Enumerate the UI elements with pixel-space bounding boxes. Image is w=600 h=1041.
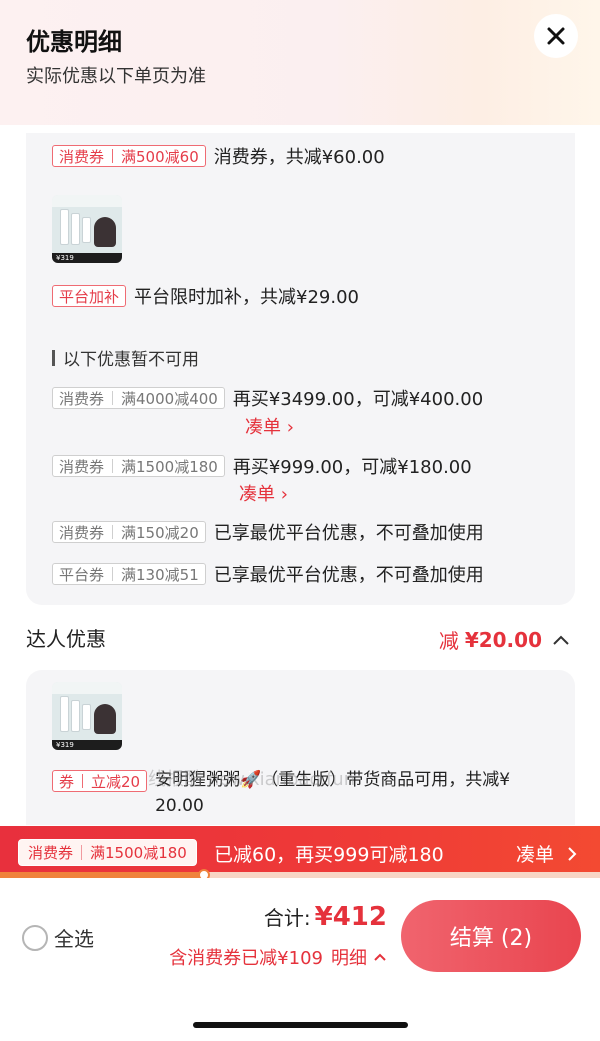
- chevron-up-icon: [553, 635, 569, 645]
- coupon-tag: 消费券 满150减20: [52, 521, 206, 543]
- discount-detail-list[interactable]: 消费券 满500减60 消费券，共减¥60.00 ¥319 平台加补 平台限时加…: [0, 125, 600, 825]
- platform-subsidy-row: 平台加补 平台限时加补，共减¥29.00: [52, 283, 359, 309]
- chevron-right-icon: ›: [286, 417, 294, 438]
- discount-detail-toggle[interactable]: 含消费券已减¥109 明细: [169, 944, 387, 970]
- coupon-type: 券: [59, 772, 75, 791]
- coupon-type: 消费券: [59, 389, 105, 408]
- product-thumbnail[interactable]: ¥319: [52, 682, 122, 750]
- chevron-right-icon: ›: [280, 484, 288, 505]
- select-all-toggle[interactable]: 全选: [22, 923, 94, 952]
- coupon-rule: 满500减60: [121, 147, 199, 166]
- influencer-discount-toggle[interactable]: 减 ¥20.00: [439, 625, 570, 654]
- add-items-link[interactable]: 凑单 ›: [245, 413, 294, 439]
- coupon-rule: 立减20: [91, 772, 141, 791]
- heading-bar: [52, 349, 55, 366]
- coupon-description: 已享最优平台优惠，不可叠加使用: [213, 523, 484, 544]
- coupon-rule: 满150减20: [121, 523, 199, 542]
- select-all-label: 全选: [54, 927, 94, 951]
- coupon-description: 消费券，共减¥60.00: [213, 147, 385, 168]
- checkout-footer: 全选 合计: ¥412 含消费券已减¥109 明细 结算 (2): [0, 878, 600, 1041]
- checkout-button[interactable]: 结算 (2): [401, 900, 581, 972]
- unavailable-heading: 以下优惠暂不可用: [52, 345, 199, 370]
- chevron-up-icon: [374, 953, 386, 961]
- banner-coupon-tag: 消费券 满1500减180: [18, 839, 197, 866]
- coupon-type: 消费券: [59, 147, 105, 166]
- tag-separator: [81, 845, 83, 860]
- influencer-discount-card: ¥319 券 立减20 安明猩粥粥🚀（重生版）带货商品可用，共减¥ 20.00: [26, 670, 575, 825]
- coupon-description: 已享最优平台优惠，不可叠加使用: [213, 565, 484, 586]
- unavailable-coupon-row: 平台券 满130减51 已享最优平台优惠，不可叠加使用: [52, 561, 484, 587]
- banner-text: 已减60，再买999可减180: [214, 844, 444, 866]
- tag-separator: [112, 525, 114, 539]
- unavailable-coupon-row: 消费券 满4000减400 再买¥3499.00，可减¥400.00: [52, 385, 483, 411]
- coupon-tag: 消费券 满500减60: [52, 145, 206, 167]
- coupon-rule: 满4000减400: [121, 389, 218, 408]
- close-button[interactable]: [534, 14, 578, 58]
- tag-separator: [112, 391, 114, 405]
- tag-separator: [112, 459, 114, 473]
- chevron-right-icon: [568, 846, 577, 861]
- coupon-rule: 满130减51: [121, 565, 199, 584]
- tag-separator: [112, 149, 114, 163]
- add-items-label: 凑单: [245, 417, 281, 438]
- coupon-type: 消费券: [59, 457, 105, 476]
- coupon-description: 再买¥3499.00，可减¥400.00: [232, 389, 484, 410]
- coupon-type: 平台券: [59, 565, 105, 584]
- coupon-tag: 消费券 满1500减180: [52, 455, 225, 477]
- discount-amount: ¥20.00: [464, 627, 542, 652]
- thumb-price: ¥319: [56, 254, 74, 262]
- watermark: 线报酷 new.xianbao.fun: [148, 769, 356, 790]
- coupon-rule: 满1500减180: [90, 844, 187, 862]
- unavailable-coupon-row: 消费券 满150减20 已享最优平台优惠，不可叠加使用: [52, 519, 484, 545]
- total-label: 合计:: [263, 906, 311, 930]
- tag-separator: [112, 567, 114, 581]
- tag-separator: [82, 774, 84, 788]
- available-discounts-card: 消费券 满500减60 消费券，共减¥60.00 ¥319 平台加补 平台限时加…: [26, 133, 575, 605]
- coupon-tag: 消费券 满4000减400: [52, 387, 225, 409]
- coupon-description-line2: 20.00: [155, 796, 204, 816]
- page-subtitle: 实际优惠以下单页为准: [26, 66, 206, 87]
- saved-amount-text: 含消费券已减¥109: [169, 948, 323, 969]
- coupon-rule: 满1500减180: [121, 457, 218, 476]
- influencer-discount-title: 达人优惠: [26, 627, 106, 651]
- discount-label: 减: [438, 629, 459, 653]
- home-indicator: [193, 1022, 408, 1028]
- close-icon: [547, 27, 565, 45]
- radio-circle-icon: [22, 924, 48, 951]
- subsidy-description: 平台限时加补，共减¥29.00: [134, 287, 359, 308]
- page-title: 优惠明细: [26, 28, 122, 56]
- product-thumbnail[interactable]: ¥319: [52, 195, 122, 263]
- coupon-tag: 平台券 满130减51: [52, 563, 206, 585]
- unavailable-coupon-row: 消费券 满1500减180 再买¥999.00，可减¥180.00: [52, 453, 472, 479]
- coupon-tag: 券 立减20: [52, 770, 148, 792]
- add-items-label: 凑单: [239, 484, 275, 505]
- coupon-row: 消费券 满500减60 消费券，共减¥60.00: [52, 143, 385, 169]
- thumb-price: ¥319: [56, 741, 74, 749]
- detail-link: 明细: [331, 948, 367, 969]
- coupon-progress-banner[interactable]: 消费券 满1500减180 已减60，再买999可减180 凑单: [0, 826, 600, 878]
- add-items-link[interactable]: 凑单 ›: [239, 480, 288, 506]
- coupon-description: 再买¥999.00，可减¥180.00: [232, 457, 472, 478]
- coupon-type: 消费券: [59, 523, 105, 542]
- unavailable-heading-text: 以下优惠暂不可用: [63, 350, 199, 370]
- total-value: ¥412: [314, 902, 387, 932]
- add-items-label: 凑单: [515, 844, 554, 866]
- subsidy-tag: 平台加补: [52, 285, 127, 307]
- banner-add-items-link[interactable]: 凑单: [516, 840, 578, 867]
- total-price: 合计: ¥412: [264, 902, 387, 932]
- header: 优惠明细 实际优惠以下单页为准: [0, 0, 600, 125]
- coupon-type: 消费券: [28, 844, 74, 862]
